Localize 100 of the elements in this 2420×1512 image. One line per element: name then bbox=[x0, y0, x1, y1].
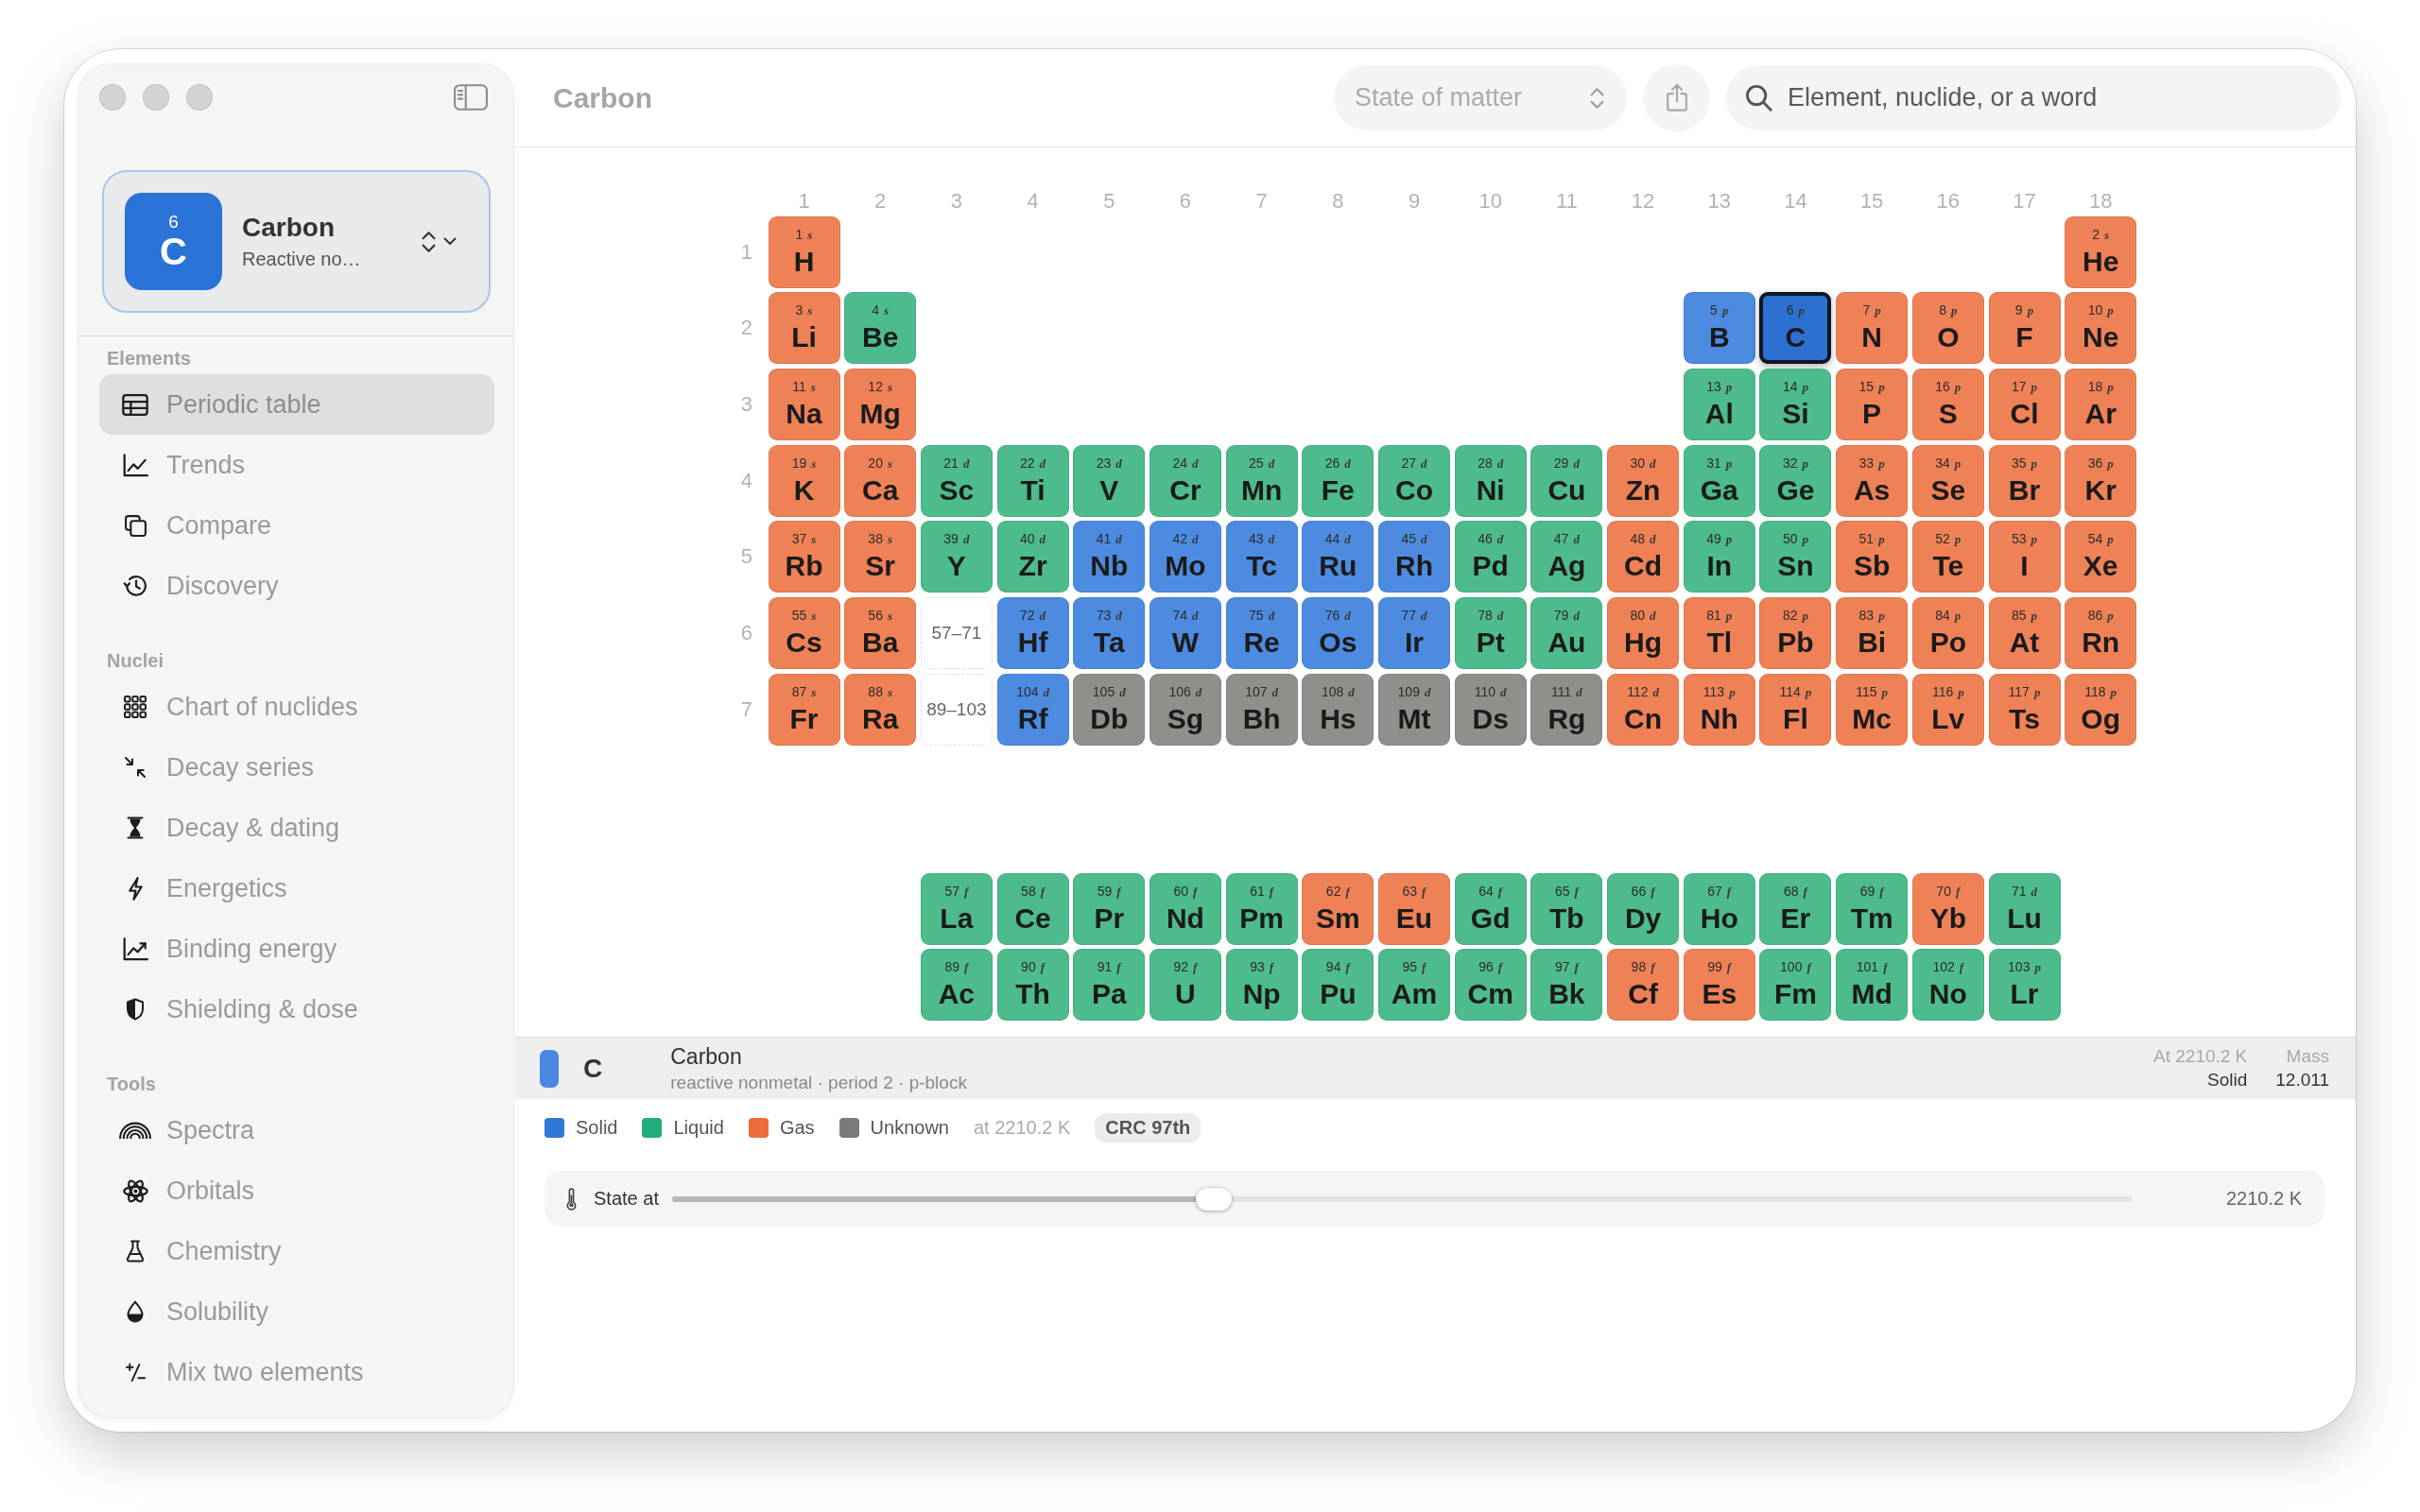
element-tile[interactable]: 60 f Nd bbox=[1149, 872, 1221, 945]
element-tile[interactable]: 104 d Rf bbox=[996, 673, 1069, 746]
element-tile[interactable]: 62 f Sm bbox=[1302, 872, 1374, 945]
element-tile[interactable]: 11 s Na bbox=[768, 369, 840, 441]
close-window-button[interactable] bbox=[99, 84, 126, 111]
element-tile[interactable]: 27 d Co bbox=[1378, 444, 1450, 517]
element-tile[interactable]: 24 d Cr bbox=[1149, 444, 1221, 517]
element-tile[interactable]: 25 d Mn bbox=[1225, 444, 1298, 517]
element-tile[interactable]: 47 d Ag bbox=[1530, 521, 1603, 593]
element-tile[interactable]: 61 f Pm bbox=[1225, 872, 1298, 945]
element-tile[interactable]: 29 d Cu bbox=[1530, 444, 1603, 517]
element-tile[interactable]: 50 p Sn bbox=[1759, 521, 1832, 593]
element-tile[interactable]: 101 f Md bbox=[1836, 949, 1909, 1022]
element-tile[interactable]: 108 d Hs bbox=[1302, 673, 1374, 746]
element-tile[interactable]: 116 p Lv bbox=[1911, 673, 1984, 746]
element-tile[interactable]: 2 s He bbox=[2065, 215, 2137, 288]
element-tile[interactable]: 74 d W bbox=[1149, 597, 1221, 670]
element-tile[interactable]: 118 p Og bbox=[2065, 673, 2137, 746]
element-tile[interactable]: 39 d Y bbox=[920, 521, 993, 593]
element-tile[interactable]: 58 f Ce bbox=[996, 872, 1069, 945]
element-tile[interactable]: 34 p Se bbox=[1911, 444, 1984, 517]
element-tile[interactable]: 98 f Cf bbox=[1607, 949, 1680, 1022]
element-tile[interactable]: 100 f Fm bbox=[1759, 949, 1832, 1022]
element-tile[interactable]: 51 p Sb bbox=[1836, 521, 1909, 593]
element-tile[interactable]: 92 f U bbox=[1149, 949, 1221, 1022]
element-tile[interactable]: 113 p Nh bbox=[1683, 673, 1755, 746]
element-tile[interactable]: 56 s Ba bbox=[844, 597, 917, 670]
element-tile[interactable]: 96 f Cm bbox=[1454, 949, 1527, 1022]
element-tile[interactable]: 45 d Rh bbox=[1378, 521, 1450, 593]
element-tile[interactable]: 85 p At bbox=[1988, 597, 2061, 670]
element-tile[interactable]: 90 f Th bbox=[996, 949, 1069, 1022]
element-tile[interactable]: 44 d Ru bbox=[1302, 521, 1374, 593]
element-tile[interactable]: 43 d Tc bbox=[1225, 521, 1298, 593]
element-tile[interactable]: 91 f Pa bbox=[1073, 949, 1146, 1022]
element-tile[interactable]: 52 p Te bbox=[1911, 521, 1984, 593]
element-tile[interactable]: 68 f Er bbox=[1759, 872, 1832, 945]
minimize-window-button[interactable] bbox=[143, 84, 169, 111]
element-tile[interactable]: 89 f Ac bbox=[920, 949, 993, 1022]
element-tile[interactable]: 63 f Eu bbox=[1378, 872, 1450, 945]
element-tile[interactable]: 35 p Br bbox=[1988, 444, 2061, 517]
element-tile[interactable]: 14 p Si bbox=[1759, 369, 1832, 441]
element-tile[interactable]: 59 f Pr bbox=[1073, 872, 1146, 945]
element-tile[interactable]: 75 d Re bbox=[1225, 597, 1298, 670]
element-tile[interactable]: 30 d Zn bbox=[1607, 444, 1680, 517]
element-tile[interactable]: 67 f Ho bbox=[1683, 872, 1755, 945]
element-tile[interactable]: 8 p O bbox=[1911, 292, 1984, 365]
element-tile[interactable]: 99 f Es bbox=[1683, 949, 1755, 1022]
element-tile[interactable]: 28 d Ni bbox=[1454, 444, 1527, 517]
element-tile[interactable]: 102 f No bbox=[1911, 949, 1984, 1022]
element-tile[interactable]: 107 d Bh bbox=[1225, 673, 1298, 746]
element-tile[interactable]: 18 p Ar bbox=[2065, 369, 2137, 441]
element-tile[interactable]: 54 p Xe bbox=[2065, 521, 2137, 593]
element-tile[interactable]: 16 p S bbox=[1911, 369, 1984, 441]
element-tile[interactable]: 115 p Mc bbox=[1836, 673, 1909, 746]
element-tile[interactable]: 94 f Pu bbox=[1302, 949, 1374, 1022]
element-tile[interactable]: 81 p Tl bbox=[1683, 597, 1755, 670]
element-tile[interactable]: 114 p Fl bbox=[1759, 673, 1832, 746]
element-tile[interactable]: 105 d Db bbox=[1073, 673, 1146, 746]
element-tile[interactable]: 49 p In bbox=[1683, 521, 1755, 593]
element-tile[interactable]: 69 f Tm bbox=[1836, 872, 1909, 945]
element-tile[interactable]: 10 p Ne bbox=[2065, 292, 2137, 365]
element-tile[interactable]: 79 d Au bbox=[1530, 597, 1603, 670]
element-tile[interactable]: 12 s Mg bbox=[844, 369, 917, 441]
element-tile[interactable]: 83 p Bi bbox=[1836, 597, 1909, 670]
element-tile[interactable]: 41 d Nb bbox=[1073, 521, 1146, 593]
element-tile[interactable]: 5 p B bbox=[1683, 292, 1755, 365]
element-tile[interactable]: 111 d Rg bbox=[1530, 673, 1603, 746]
element-tile[interactable]: 109 d Mt bbox=[1378, 673, 1450, 746]
element-tile[interactable]: 40 d Zr bbox=[996, 521, 1069, 593]
element-tile[interactable]: 21 d Sc bbox=[920, 444, 993, 517]
element-tile[interactable]: 103 p Lr bbox=[1988, 949, 2061, 1022]
element-tile[interactable]: 66 f Dy bbox=[1607, 872, 1680, 945]
element-tile[interactable]: 42 d Mo bbox=[1149, 521, 1221, 593]
element-tile[interactable]: 82 p Pb bbox=[1759, 597, 1832, 670]
element-tile[interactable]: 3 s Li bbox=[768, 292, 840, 365]
element-tile[interactable]: 32 p Ge bbox=[1759, 444, 1832, 517]
element-tile[interactable]: 6 p C bbox=[1759, 292, 1832, 365]
zoom-window-button[interactable] bbox=[186, 84, 213, 111]
element-tile[interactable]: 73 d Ta bbox=[1073, 597, 1146, 670]
element-tile[interactable]: 15 p P bbox=[1836, 369, 1909, 441]
element-tile[interactable]: 19 s K bbox=[768, 444, 840, 517]
element-tile[interactable]: 76 d Os bbox=[1302, 597, 1374, 670]
element-tile[interactable]: 78 d Pt bbox=[1454, 597, 1527, 670]
element-tile[interactable]: 20 s Ca bbox=[844, 444, 917, 517]
element-tile[interactable]: 95 f Am bbox=[1378, 949, 1450, 1022]
element-tile[interactable]: 110 d Ds bbox=[1454, 673, 1527, 746]
element-tile[interactable]: 87 s Fr bbox=[768, 673, 840, 746]
element-picker[interactable]: 6 C Carbon Reactive no… bbox=[102, 170, 491, 313]
element-tile[interactable]: 77 d Ir bbox=[1378, 597, 1450, 670]
element-tile[interactable]: 46 d Pd bbox=[1454, 521, 1527, 593]
element-tile[interactable]: 31 p Ga bbox=[1683, 444, 1755, 517]
element-tile[interactable]: 57 f La bbox=[920, 872, 993, 945]
element-tile[interactable]: 7 p N bbox=[1836, 292, 1909, 365]
element-tile[interactable]: 106 d Sg bbox=[1149, 673, 1221, 746]
element-tile[interactable]: 84 p Po bbox=[1911, 597, 1984, 670]
series-range-tile[interactable]: 57–71 bbox=[920, 597, 993, 670]
element-tile[interactable]: 88 s Ra bbox=[844, 673, 917, 746]
element-tile[interactable]: 48 d Cd bbox=[1607, 521, 1680, 593]
element-tile[interactable]: 9 p F bbox=[1988, 292, 2061, 365]
element-tile[interactable]: 36 p Kr bbox=[2065, 444, 2137, 517]
